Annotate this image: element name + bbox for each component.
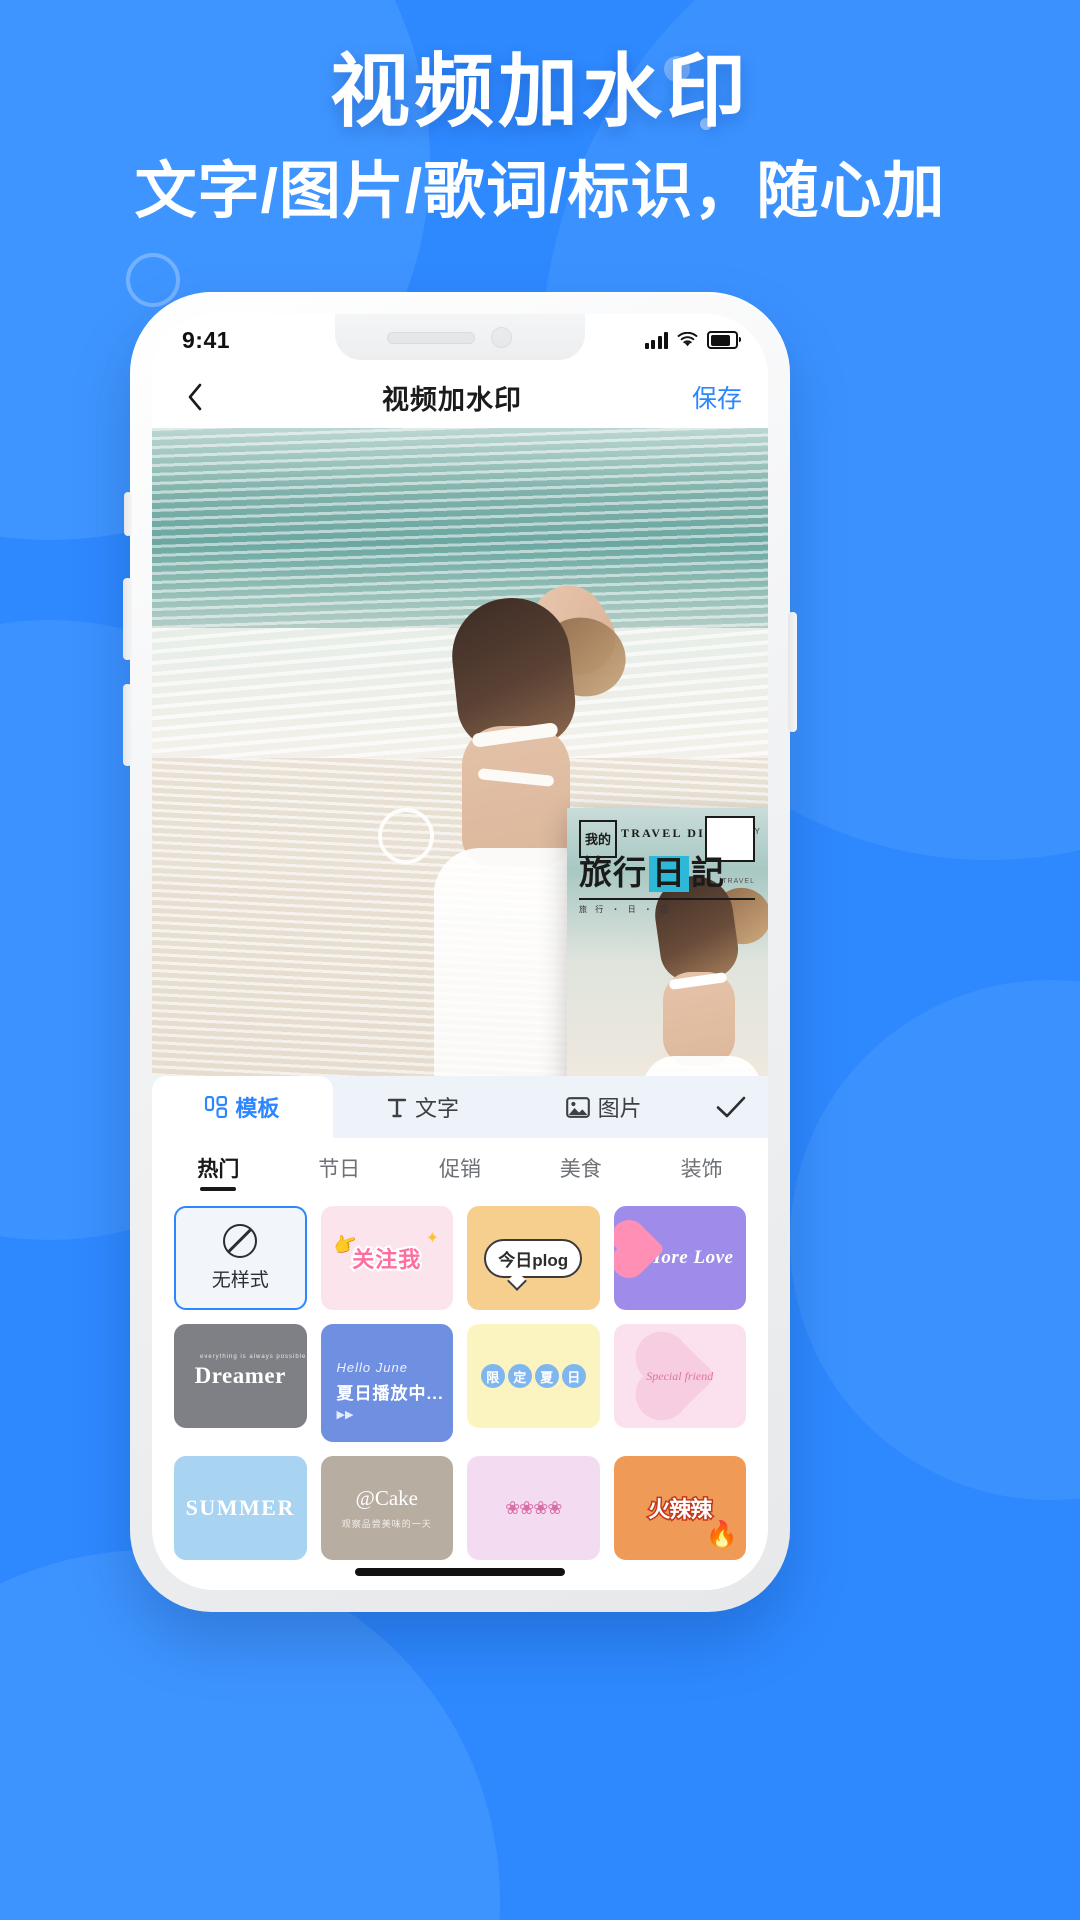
template-item-spicy[interactable]: 火辣辣 🔥 [613,1456,746,1560]
editor-tab-bar: 模板 文字 图片 [152,1076,768,1138]
watermark-text-overlay: 我的 TRAVEL DIARY MEMORY 旅行 日 記 TRAVEL 旅 行… [579,816,760,918]
template-item-special-friend[interactable]: Special friend [613,1324,746,1428]
category-food[interactable]: 美食 [520,1143,641,1193]
template-label: 无样式 [211,1270,269,1291]
home-indicator [355,1568,565,1576]
nav-title: 视频加水印 [381,384,522,415]
template-label: 火辣辣 [647,1496,714,1524]
app-navigation-bar: 视频加水印 保存 [152,366,768,428]
template-sublabel: everything is always possible [200,1354,307,1360]
category-promotion[interactable]: 促销 [400,1143,521,1193]
template-label: 关注我 [350,1245,422,1274]
front-camera-icon [491,327,512,348]
template-item-follow[interactable]: 👉 ✦ 关注我 [320,1206,453,1310]
template-label: @Cake [355,1486,419,1510]
editor-panel: 模板 文字 图片 热门 节日 促销 美食 装饰 无样式 👉 ✦ 关注我 今日pl… [152,1076,768,1590]
template-grid: 无样式 👉 ✦ 关注我 今日plog More Love everything … [152,1198,768,1560]
template-item-love[interactable]: More Love [613,1206,746,1310]
template-label: 限定夏日 [479,1364,587,1388]
template-item-plog[interactable]: 今日plog [467,1206,600,1310]
earpiece-speaker-icon [387,332,475,344]
tab-text[interactable]: 文字 [333,1076,514,1138]
watermark-title-row: 旅行 日 記 [579,856,725,892]
template-grid-icon [205,1096,228,1118]
watermark-cn-title-1: 旅行 [579,856,647,892]
video-preview-canvas[interactable]: 我的 TRAVEL DIARY MEMORY 旅行 日 記 TRAVEL 旅 行… [152,428,768,1076]
template-item-dreamer[interactable]: everything is always possible Dreamer [174,1324,307,1428]
template-label: ❀❀❀❀ [505,1497,562,1518]
phone-mute-switch [124,492,132,536]
wifi-icon [677,332,698,347]
watermark-divider [579,898,755,900]
category-hot[interactable]: 热门 [158,1143,279,1193]
image-picture-icon [565,1096,590,1118]
template-item-cake[interactable]: @Cake 观察品尝美味的一天 [320,1456,453,1560]
no-style-icon [223,1224,258,1258]
text-t-icon [387,1097,407,1118]
wm-subject-dress [643,1056,761,1076]
tab-template[interactable]: 模板 [152,1076,333,1138]
chevron-left-icon [188,383,202,411]
template-label: Dreamer [194,1363,286,1388]
page-title: 视频加水印 [330,47,750,136]
template-label: 夏日播放中... [336,1383,444,1403]
sparkle-icon: ✦ [425,1230,439,1247]
tab-image[interactable]: 图片 [513,1076,694,1138]
phone-volume-down-button [123,684,132,766]
template-item-none[interactable]: 无样式 [174,1206,307,1310]
status-icons [644,331,741,349]
phone-notch [335,314,585,360]
confirm-button[interactable] [694,1076,768,1138]
category-holiday[interactable]: 节日 [279,1143,400,1193]
bg-ring-decoration [126,253,180,307]
back-button[interactable] [178,380,212,414]
template-label: 今日plog [484,1238,583,1278]
phone-screen: 9:41 视频加水印 保存 我的 TRAVEL DIARY 旅行 日 記 TRA… [152,314,768,1590]
tab-image-label: 图片 [597,1096,642,1121]
cellular-bars-icon [644,331,668,349]
category-tab-bar: 热门 节日 促销 美食 装饰 [152,1138,768,1198]
template-sublabel: Hello June [336,1359,408,1375]
template-label: Special friend [646,1368,714,1383]
watermark-header-row: 我的 TRAVEL DIARY MEMORY [579,816,760,862]
category-decoration[interactable]: 装饰 [641,1143,762,1193]
tab-text-label: 文字 [415,1096,460,1121]
watermark-side-note: TRAVEL [722,878,755,885]
template-sublabel: 观察品尝美味的一天 [341,1519,432,1529]
fast-forward-icon: ▶▶ [336,1408,354,1421]
template-item-hello-june[interactable]: Hello June 夏日播放中... ▶▶ [320,1324,453,1442]
template-item-summer[interactable]: SUMMER [174,1456,307,1560]
promo-headline: 视频加水印 文字/图片/歌词/标识，随心加 [0,44,1080,230]
tab-template-label: 模板 [235,1096,280,1121]
page-subtitle: 文字/图片/歌词/标识，随心加 [134,157,946,226]
battery-icon [707,331,741,349]
watermark-cn-title-3: 記 [691,856,725,892]
watermark-preview-card[interactable]: 我的 TRAVEL DIARY MEMORY 旅行 日 記 TRAVEL 旅 行… [567,808,768,1076]
watermark-footer-text: 旅 行 ・ 日 ・ 記 [579,905,672,914]
watermark-badge: 我的 [579,820,617,858]
phone-power-button [788,612,797,732]
save-button[interactable]: 保存 [692,379,742,415]
check-icon [716,1096,746,1118]
template-item-flower[interactable]: ❀❀❀❀ [467,1456,600,1560]
watermark-cn-title-2: 日 [649,856,689,892]
fire-icon: 🔥 [705,1519,738,1549]
template-label: SUMMER [185,1495,295,1520]
template-item-limited-summer[interactable]: 限定夏日 [467,1324,600,1428]
phone-volume-up-button [123,578,132,660]
status-clock: 9:41 [182,326,231,353]
phone-mockup: 9:41 视频加水印 保存 我的 TRAVEL DIARY 旅行 日 記 TRA… [123,292,797,1612]
bg-blob [790,980,1080,1500]
watermark-resize-handle[interactable] [378,808,434,864]
